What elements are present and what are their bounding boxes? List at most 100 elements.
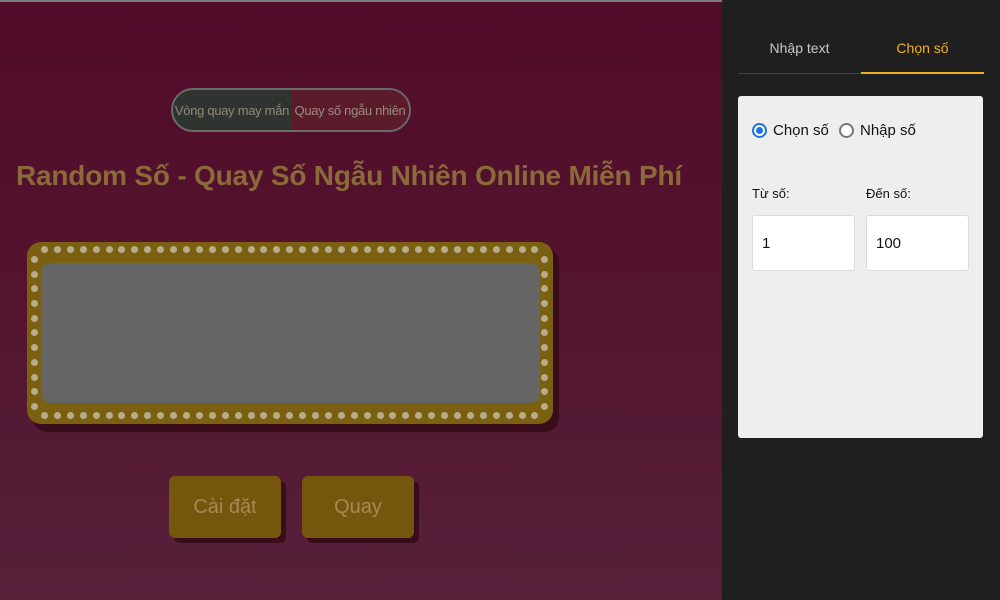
frame-light — [454, 412, 461, 419]
frame-light — [337, 246, 345, 253]
frame-light — [170, 412, 178, 419]
frame-light — [234, 246, 242, 253]
frame-light — [531, 246, 539, 253]
tab-choose-number[interactable]: Chọn số — [861, 36, 984, 74]
frame-light — [66, 412, 74, 419]
frame-light — [389, 412, 397, 419]
frame-light — [518, 412, 526, 419]
frame-light — [350, 246, 358, 253]
frame-light — [541, 402, 548, 410]
radio-input-number-label: Nhập số — [860, 122, 916, 139]
frame-light — [31, 388, 38, 396]
frame-light — [260, 246, 268, 253]
frame-light — [466, 246, 474, 253]
frame-light — [466, 412, 474, 419]
frame-lights-right — [541, 256, 549, 410]
mode-switch: Vòng quay may mắn Quay số ngẫu nhiên — [171, 88, 411, 132]
frame-light — [157, 412, 165, 419]
frame-light — [144, 246, 152, 253]
to-number-input[interactable] — [866, 215, 969, 271]
frame-light — [541, 344, 548, 352]
frame-light — [41, 412, 48, 419]
frame-light — [541, 388, 548, 396]
frame-light — [273, 246, 281, 253]
frame-light — [541, 300, 548, 308]
frame-light — [105, 246, 113, 253]
frame-light — [541, 358, 548, 366]
frame-light — [299, 246, 307, 253]
frame-light — [66, 246, 74, 253]
frame-light — [53, 246, 61, 253]
from-number-label: Từ số: — [752, 186, 790, 201]
page-title: Random Số - Quay Số Ngẫu Nhiên Online Mi… — [16, 160, 682, 191]
frame-light — [541, 285, 548, 293]
frame-light — [208, 246, 216, 253]
number-settings-panel: Chọn số Nhập số Từ số: Đến số: — [738, 96, 983, 438]
sidebar-tabs: Nhập text Chọn số — [738, 36, 984, 74]
number-display-frame — [27, 242, 553, 424]
frame-light — [234, 412, 242, 419]
radio-choose-number[interactable] — [752, 123, 767, 138]
frame-light — [131, 246, 139, 253]
frame-light — [541, 373, 548, 381]
tab-enter-text[interactable]: Nhập text — [738, 36, 861, 73]
frame-light — [118, 246, 126, 253]
frame-light — [31, 300, 38, 308]
frame-light — [376, 412, 384, 419]
frame-light — [415, 246, 423, 253]
frame-light — [105, 412, 113, 419]
frame-light — [195, 412, 203, 419]
settings-button[interactable]: Cài đặt — [169, 476, 281, 538]
frame-light — [402, 412, 410, 419]
from-number-input[interactable] — [752, 215, 855, 271]
frame-light — [31, 270, 38, 278]
frame-light — [273, 412, 281, 419]
frame-light — [505, 412, 513, 419]
frame-light — [53, 412, 61, 419]
frame-light — [247, 246, 255, 253]
radio-input-number-row[interactable]: Nhập số — [839, 122, 916, 139]
frame-light — [79, 412, 87, 419]
frame-lights-left — [31, 256, 39, 410]
frame-light — [324, 412, 332, 419]
frame-light — [479, 412, 487, 419]
frame-light — [260, 412, 268, 419]
spin-button[interactable]: Quay — [302, 476, 414, 538]
frame-lights-top — [41, 246, 539, 254]
main-area: Vòng quay may mắn Quay số ngẫu nhiên Ran… — [0, 0, 722, 600]
frame-light — [324, 246, 332, 253]
frame-light — [286, 412, 294, 419]
frame-light — [247, 412, 255, 419]
frame-light — [541, 256, 548, 263]
frame-light — [182, 412, 190, 419]
mode-option-random[interactable]: Quay số ngẫu nhiên — [291, 90, 409, 130]
frame-light — [118, 412, 126, 419]
frame-light — [389, 246, 397, 253]
frame-light — [31, 402, 38, 410]
frame-light — [363, 412, 371, 419]
frame-light — [31, 344, 38, 352]
frame-light — [541, 270, 548, 278]
frame-lights-bottom — [41, 412, 539, 420]
frame-light — [428, 412, 436, 419]
frame-light — [31, 358, 38, 366]
frame-light — [41, 246, 48, 253]
frame-light — [299, 412, 307, 419]
radio-choose-number-row[interactable]: Chọn số — [752, 122, 829, 139]
frame-light — [428, 246, 436, 253]
frame-light — [531, 412, 539, 419]
frame-light — [131, 412, 139, 419]
frame-light — [312, 246, 320, 253]
frame-light — [286, 246, 294, 253]
frame-light — [195, 246, 203, 253]
frame-light — [208, 412, 216, 419]
frame-light — [518, 246, 526, 253]
frame-light — [492, 246, 500, 253]
mode-option-wheel[interactable]: Vòng quay may mắn — [173, 90, 291, 130]
frame-light — [92, 246, 100, 253]
frame-light — [312, 412, 320, 419]
frame-light — [170, 246, 178, 253]
frame-light — [363, 246, 371, 253]
radio-input-number[interactable] — [839, 123, 854, 138]
frame-light — [492, 412, 500, 419]
